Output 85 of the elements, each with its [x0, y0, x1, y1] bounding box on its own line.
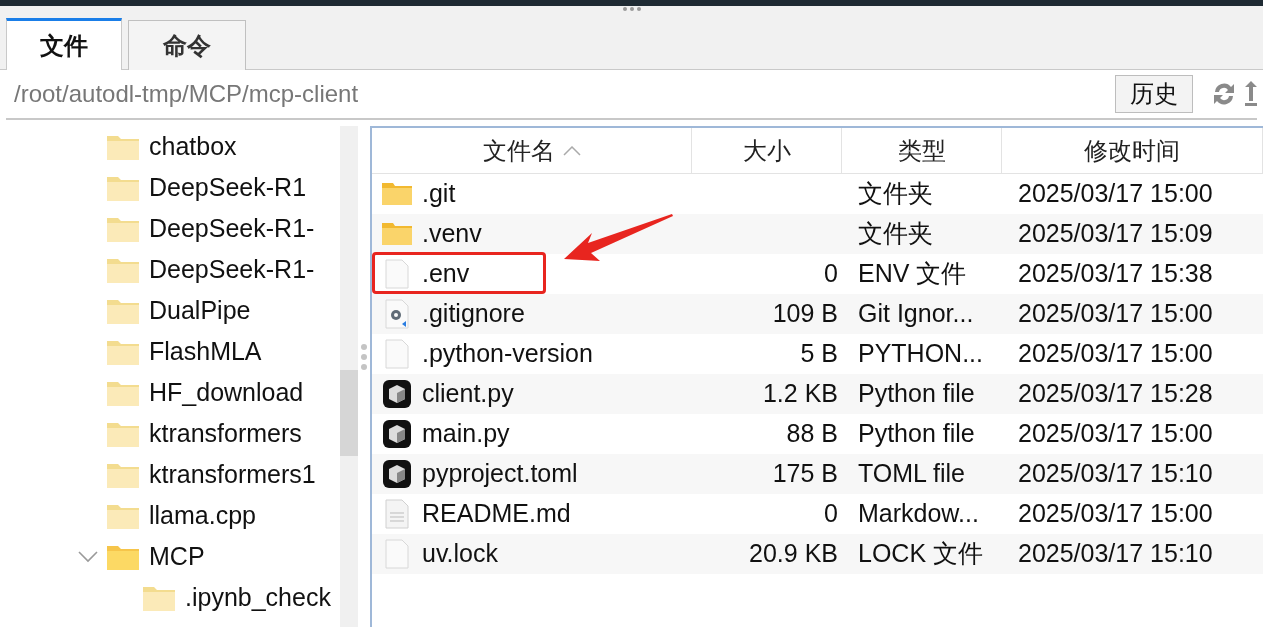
modified-time: 2025/03/17 15:28: [1018, 379, 1213, 408]
tree-item[interactable]: chatbox: [149, 127, 237, 166]
folder-icon: [107, 297, 139, 324]
tree-item[interactable]: DualPipe: [149, 291, 251, 330]
modified-time: 2025/03/17 15:09: [1018, 219, 1213, 248]
column-header[interactable]: 修改时间: [1084, 132, 1180, 169]
modified-time: 2025/03/17 15:00: [1018, 339, 1213, 368]
folder-icon: [107, 215, 139, 242]
folder-icon: [107, 502, 139, 529]
modified-time: 2025/03/17 15:00: [1018, 499, 1213, 528]
file-icon: [385, 539, 409, 569]
folder-icon: [382, 183, 412, 205]
file-size: 88 B: [786, 418, 838, 450]
file-type: Python file: [858, 419, 975, 448]
file-name[interactable]: uv.lock: [422, 535, 498, 573]
tab[interactable]: 文件: [6, 18, 122, 70]
tree-item[interactable]: DeepSeek-R1-: [149, 250, 315, 289]
file-size: 175 B: [772, 458, 838, 490]
file-type: ENV 文件: [858, 259, 967, 288]
sort-caret-icon: [562, 145, 581, 156]
tree-item[interactable]: ktransformers: [149, 414, 302, 453]
file-type: Markdow...: [858, 499, 979, 528]
settings-file-icon: [385, 299, 409, 329]
file-type: Git Ignor...: [858, 299, 974, 328]
drag-handle-icon[interactable]: [622, 7, 641, 11]
modified-time: 2025/03/17 15:10: [1018, 539, 1213, 568]
folder-icon: [107, 379, 139, 406]
folder-icon: [107, 133, 139, 160]
modified-time: 2025/03/17 15:00: [1018, 419, 1213, 448]
file-name[interactable]: pyproject.toml: [422, 455, 578, 493]
tab[interactable]: 命令: [128, 20, 246, 70]
tree-item[interactable]: MCP: [149, 537, 205, 576]
history-button[interactable]: 历史: [1115, 75, 1193, 113]
file-type: PYTHON...: [858, 339, 983, 368]
folder-icon: [107, 174, 139, 201]
file-name[interactable]: README.md: [422, 495, 571, 533]
cube-app-icon: [383, 460, 411, 488]
file-type: LOCK 文件: [858, 539, 984, 568]
file-icon: [385, 339, 409, 369]
column-header[interactable]: 大小: [742, 132, 791, 169]
folder-icon: [107, 420, 139, 447]
scrollbar-thumb[interactable]: [340, 370, 358, 456]
file-size: 5 B: [800, 338, 838, 370]
file-type: 文件夹: [858, 179, 933, 208]
modified-time: 2025/03/17 15:38: [1018, 259, 1213, 288]
modified-time: 2025/03/17 15:10: [1018, 459, 1213, 488]
file-size: 109 B: [772, 298, 838, 330]
folder-icon: [107, 543, 139, 570]
file-name[interactable]: .venv: [422, 215, 482, 253]
folder-icon: [382, 223, 412, 245]
file-name[interactable]: .gitignore: [422, 295, 525, 333]
file-name[interactable]: .env: [422, 255, 470, 293]
file-name[interactable]: .python-version: [422, 335, 593, 373]
folder-icon: [107, 338, 139, 365]
tree-item[interactable]: .ipynb_check: [185, 578, 331, 617]
file-type: Python file: [858, 379, 975, 408]
folder-icon: [107, 461, 139, 488]
file-size: 20.9 KB: [749, 538, 838, 570]
file-name[interactable]: .git: [422, 175, 456, 213]
tree-item[interactable]: DeepSeek-R1-: [149, 209, 315, 248]
upload-icon[interactable]: [1245, 79, 1257, 109]
file-type: 文件夹: [858, 219, 933, 248]
document-icon: [385, 499, 409, 529]
folder-icon: [143, 584, 175, 611]
tree-item[interactable]: llama.cpp: [149, 496, 256, 535]
chevron-down-icon[interactable]: [78, 550, 98, 563]
modified-time: 2025/03/17 15:00: [1018, 179, 1213, 208]
tree-item[interactable]: HF_download: [149, 373, 304, 412]
cube-app-icon: [383, 420, 411, 448]
file-size: 0: [824, 498, 838, 530]
file-name[interactable]: client.py: [422, 375, 514, 413]
file-name[interactable]: main.py: [422, 415, 510, 453]
column-header[interactable]: 文件名: [482, 132, 581, 169]
file-type: TOML file: [858, 459, 965, 488]
folder-icon: [107, 256, 139, 283]
file-size: 0: [824, 258, 838, 290]
column-header[interactable]: 类型: [897, 132, 946, 169]
file-size: 1.2 KB: [762, 378, 838, 410]
tree-item[interactable]: ktransformers1: [149, 455, 316, 494]
tree-item[interactable]: DeepSeek-R1: [149, 168, 307, 207]
cube-app-icon: [383, 380, 411, 408]
modified-time: 2025/03/17 15:00: [1018, 299, 1213, 328]
file-icon: [385, 259, 409, 289]
splitter-handle-icon[interactable]: [361, 343, 367, 370]
tree-item[interactable]: FlashMLA: [149, 332, 262, 371]
